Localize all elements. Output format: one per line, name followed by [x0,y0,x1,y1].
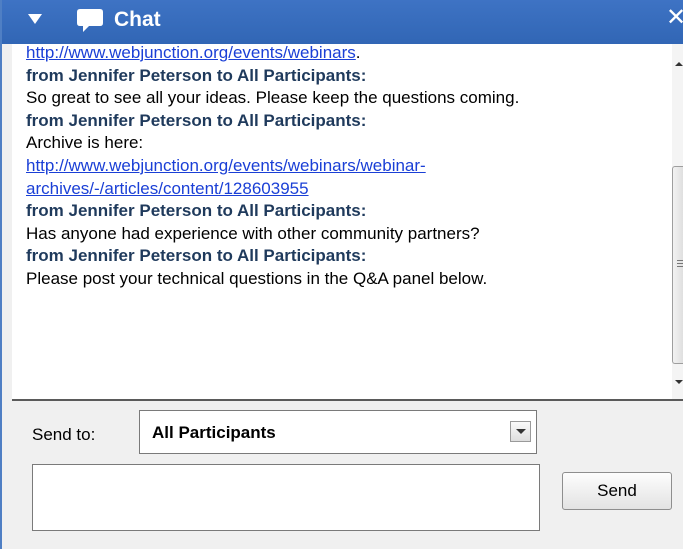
chat-panel: Chat ✕ http://www.webjunction.org/events… [0,0,683,549]
message-text: Archive is here: [26,133,144,153]
send-to-label: Send to: [32,425,96,444]
message-text: Please post your technical questions in … [26,268,488,288]
chat-title-bar[interactable]: Chat ✕ [2,0,683,44]
message-link[interactable]: http://www.webjunction.org/events/webina… [26,156,426,175]
message-sender-line: from Jennifer Peterson to All Participan… [26,200,666,223]
chat-title: Chat [114,8,161,31]
chat-message-list: http://www.webjunction.org/events/webina… [26,44,666,291]
message-sender: from Jennifer Peterson to All Participan… [26,110,367,130]
message-link-line: http://www.webjunction.org/events/webina… [26,155,666,178]
scroll-up-arrow-icon[interactable] [675,62,683,66]
dropdown-button[interactable] [510,421,531,442]
message-link-line: archives/-/articles/content/128603955 [26,178,666,201]
recipient-dropdown[interactable]: All Participants [139,410,537,454]
send-button[interactable]: Send [562,472,672,510]
message-sender: from Jennifer Peterson to All Participan… [26,246,367,266]
triangle-down-icon[interactable] [28,14,42,24]
close-icon[interactable]: ✕ [666,3,683,33]
message-sender-line: from Jennifer Peterson to All Participan… [26,110,666,133]
message-sender: from Jennifer Peterson to All Participan… [26,65,367,85]
message-link[interactable]: archives/-/articles/content/128603955 [26,179,309,198]
message-text: So great to see all your ideas. Please k… [26,88,520,108]
message-link[interactable]: http://www.webjunction.org/events/webina… [26,44,356,62]
grip-icon [677,260,683,267]
chat-message-input[interactable] [32,464,540,531]
message-sender: from Jennifer Peterson to All Participan… [26,201,367,221]
scrollbar-thumb[interactable] [672,166,683,364]
message-link-suffix: . [355,44,361,62]
message-sender-line: from Jennifer Peterson to All Participan… [26,245,666,268]
message-text: Has anyone had experience with other com… [26,223,480,243]
scroll-down-arrow-icon[interactable] [675,380,683,384]
chat-message-area[interactable]: http://www.webjunction.org/events/webina… [12,44,672,399]
message-link-line: http://www.webjunction.org/events/webina… [26,44,666,65]
recipient-selected-value: All Participants [152,423,276,442]
panel-divider [12,399,683,401]
speech-bubble-icon [77,9,103,32]
chat-scrollbar[interactable] [672,44,683,399]
message-sender-line: from Jennifer Peterson to All Participan… [26,65,666,88]
chevron-down-icon [516,429,526,434]
